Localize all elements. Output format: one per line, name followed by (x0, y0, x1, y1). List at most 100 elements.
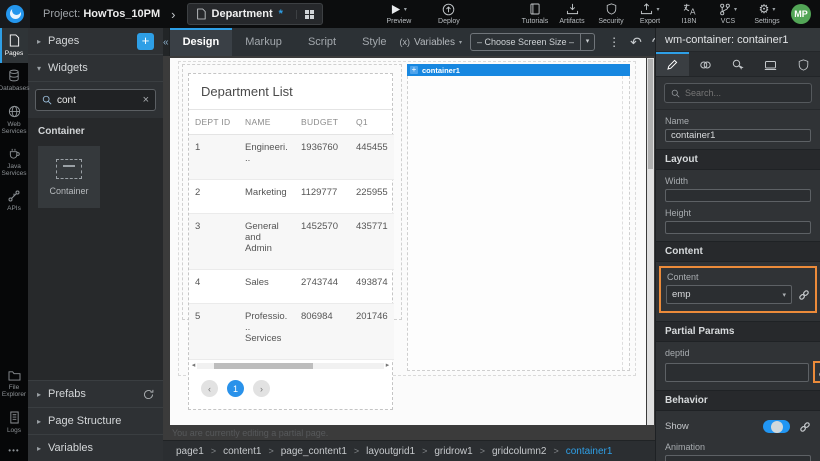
deptid-field[interactable] (665, 363, 809, 382)
page-structure-section-header[interactable]: ▸ Page Structure (28, 407, 163, 434)
scrollbar-track[interactable] (197, 363, 384, 369)
height-field[interactable] (665, 221, 811, 234)
scrollbar-thumb[interactable] (648, 59, 653, 169)
table-row[interactable]: 4 Sales 2743744 493874 (189, 270, 394, 304)
variables-section-header[interactable]: ▸ Variables (28, 434, 163, 461)
table-row[interactable]: 5 Professio... Services 806984 201746 (189, 304, 394, 360)
page-tab-department[interactable]: Department * (187, 3, 323, 25)
name-field[interactable] (665, 129, 811, 142)
artifacts-button[interactable]: Artifacts (554, 0, 590, 28)
collapsed-arrow-icon: ▸ (37, 390, 48, 399)
pages-section-header[interactable]: ▸ Pages + (28, 28, 163, 55)
breadcrumb-item[interactable]: page_content1 (281, 446, 347, 457)
breadcrumb-item[interactable]: gridcolumn2 (492, 446, 546, 457)
col-name[interactable]: NAME (239, 110, 295, 135)
rail-item-file-explorer[interactable]: File Explorer (0, 364, 28, 405)
variables-dropdown[interactable]: (x) Variables ▾ (400, 37, 462, 48)
content-highlight-box: Content emp ▾ (659, 266, 817, 313)
vcs-button[interactable]: ▾ VCS (710, 0, 746, 28)
tutorials-button[interactable]: Tutorials (517, 0, 553, 28)
selection-header-bar[interactable]: + container1 (407, 64, 630, 76)
container-widget-card[interactable]: Container (38, 146, 100, 208)
breadcrumb-item-current[interactable]: container1 (566, 446, 613, 457)
tab-events[interactable] (722, 52, 755, 76)
table-row[interactable]: 1 Engineeri... 1936760 445455 (189, 135, 394, 180)
refresh-icon[interactable] (143, 389, 154, 400)
scrollbar-thumb[interactable] (214, 363, 313, 369)
pages-grid-icon[interactable] (296, 10, 314, 19)
tab-devices[interactable] (754, 52, 787, 76)
tab-markup[interactable]: Markup (232, 28, 295, 56)
wavemaker-logo[interactable] (0, 0, 30, 28)
chevron-down-icon[interactable]: ▾ (772, 6, 775, 13)
tab-styles[interactable] (689, 52, 722, 76)
canvas-vertical-scrollbar[interactable] (647, 58, 654, 425)
more-options-icon[interactable]: ⋮ (603, 35, 625, 49)
rail-item-apis[interactable]: APIs (0, 184, 28, 218)
table-row[interactable]: 2 Marketing 1129777 225955 (189, 180, 394, 214)
settings-button[interactable]: ⚙▾ Settings (749, 0, 785, 28)
tab-security[interactable] (787, 52, 820, 76)
select-caret-icon: ▾ (782, 291, 786, 299)
property-search-input[interactable] (685, 88, 805, 98)
bind-show-icon[interactable] (799, 421, 811, 433)
widgets-section-header[interactable]: ▾ Widgets (28, 55, 163, 82)
rail-item-java-services[interactable]: Java Services (0, 142, 28, 184)
breadcrumb-item[interactable]: layoutgrid1 (366, 446, 415, 457)
breadcrumb-item[interactable]: gridrow1 (434, 446, 472, 457)
selected-widget-label: container1 (422, 66, 460, 75)
table-row[interactable]: 3 General and Admin 1452570 435771 (189, 214, 394, 270)
play-icon (391, 4, 401, 15)
settings-label: Settings (754, 18, 779, 25)
gridcolumn1-outline[interactable]: Department List DEPT ID NAME BUDGET Q1 (182, 64, 402, 320)
tab-properties[interactable] (656, 52, 689, 76)
width-field[interactable] (665, 189, 811, 202)
i18n-button[interactable]: A I18N (671, 0, 707, 28)
deploy-button[interactable]: Deploy (431, 0, 467, 28)
export-button[interactable]: ▾ Export (632, 0, 668, 28)
add-page-button[interactable]: + (137, 33, 154, 50)
security-button[interactable]: Security (593, 0, 629, 28)
user-avatar[interactable]: MP (791, 4, 811, 24)
undo-button[interactable]: ↶ (625, 29, 647, 55)
tab-style[interactable]: Style (349, 28, 399, 56)
content-select[interactable]: emp ▾ (666, 285, 792, 304)
chevron-right-icon[interactable]: › (171, 7, 175, 22)
show-toggle[interactable] (763, 420, 790, 433)
container-drop-area[interactable] (407, 76, 630, 371)
rail-item-logs[interactable]: Logs (0, 405, 28, 440)
width-label: Width (656, 170, 820, 189)
rail-item-databases[interactable]: Databases (0, 63, 28, 98)
col-dept-id[interactable]: DEPT ID (189, 110, 239, 135)
datatable-widget[interactable]: Department List DEPT ID NAME BUDGET Q1 (188, 73, 393, 410)
chevron-down-icon[interactable]: ▾ (656, 6, 659, 13)
page-canvas[interactable]: Department List DEPT ID NAME BUDGET Q1 (170, 58, 646, 425)
next-page-button[interactable]: › (253, 380, 270, 397)
clear-search-icon[interactable]: × (143, 94, 149, 106)
rail-more-button[interactable]: ••• (0, 440, 28, 461)
preview-button[interactable]: ▾ Preview (381, 0, 417, 28)
breadcrumb-item[interactable]: page1 (176, 446, 204, 457)
tab-script[interactable]: Script (295, 28, 349, 56)
current-page-button[interactable]: 1 (227, 380, 244, 397)
chevron-down-icon[interactable]: ▾ (404, 6, 407, 13)
rail-item-pages[interactable]: Pages (0, 28, 28, 63)
scroll-right-icon[interactable]: ▸ (384, 362, 391, 369)
horizontal-scrollbar[interactable]: ◂ ▸ (189, 360, 392, 371)
selected-container-widget[interactable]: + container1 (407, 64, 630, 371)
tab-design[interactable]: Design (170, 28, 233, 56)
col-q1[interactable]: Q1 (350, 110, 394, 135)
animation-select[interactable]: ▾ (665, 455, 811, 461)
add-widget-icon[interactable]: + (410, 66, 418, 74)
prev-page-button[interactable]: ‹ (201, 380, 218, 397)
screen-size-select[interactable]: – Choose Screen Size – ▾ (470, 33, 595, 51)
bind-content-icon[interactable] (798, 289, 810, 301)
widget-search-input[interactable] (57, 95, 138, 106)
search-icon (42, 95, 52, 105)
breadcrumb-item[interactable]: content1 (223, 446, 261, 457)
rail-item-web-services[interactable]: Web Services (0, 99, 28, 142)
prefabs-section-header[interactable]: ▸ Prefabs (28, 380, 163, 407)
chevron-down-icon[interactable]: ▾ (734, 6, 737, 13)
col-budget[interactable]: BUDGET (295, 110, 350, 135)
scroll-left-icon[interactable]: ◂ (190, 362, 197, 369)
